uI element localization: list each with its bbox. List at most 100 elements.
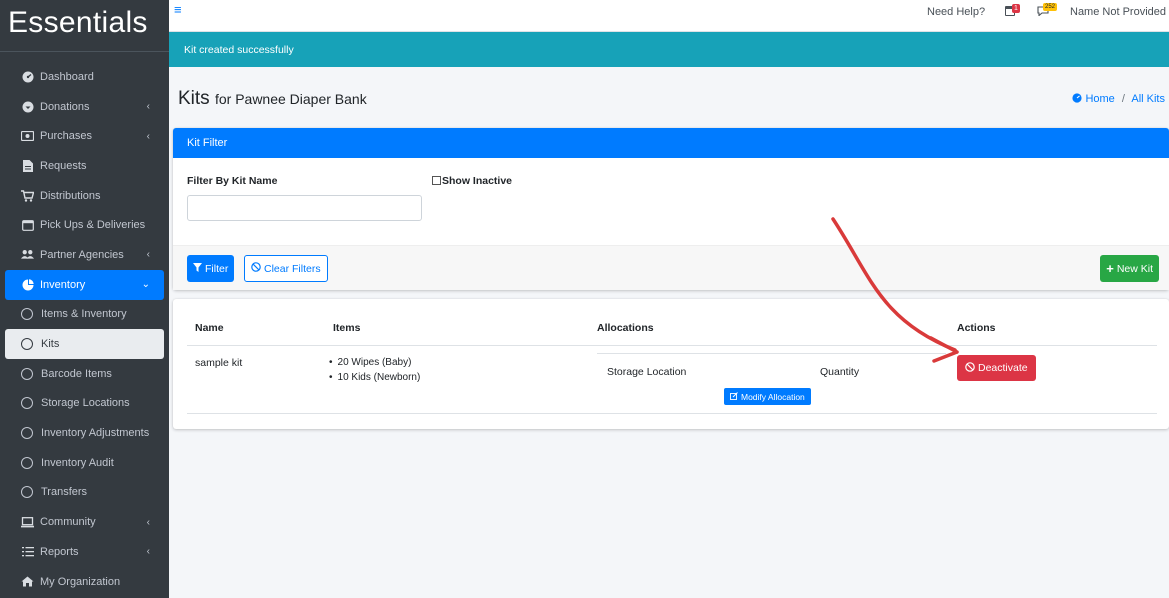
list-item: 10 Kids (Newborn) bbox=[329, 370, 421, 385]
sidebar-item-label: Dashboard bbox=[40, 70, 94, 83]
requests-icon bbox=[21, 159, 34, 172]
sidebar-item-label: Inventory Audit bbox=[41, 456, 114, 469]
ban-icon bbox=[251, 262, 261, 275]
chevron-left-icon: ‹ bbox=[146, 101, 150, 113]
filter-button[interactable]: Filter bbox=[187, 255, 235, 282]
notification-badge: 1 bbox=[1012, 4, 1020, 13]
calendar-icon bbox=[21, 219, 34, 232]
new-kit-button[interactable]: + New Kit bbox=[1100, 255, 1159, 282]
sidebar-item-storage-locations[interactable]: Storage Locations bbox=[5, 389, 164, 419]
dashboard-icon bbox=[21, 70, 34, 83]
show-inactive-checkbox[interactable] bbox=[432, 175, 441, 185]
sidebar-item-label: Community bbox=[40, 516, 96, 529]
circle-icon bbox=[21, 338, 33, 351]
sidebar-item-partner-agencies[interactable]: Partner Agencies ‹ bbox=[5, 240, 164, 270]
sidebar-item-my-organization[interactable]: My Organization bbox=[5, 567, 164, 597]
sidebar-item-reports[interactable]: Reports ‹ bbox=[5, 537, 164, 567]
kit-filter-header: Kit Filter bbox=[173, 128, 1169, 158]
sidebar-item-inventory[interactable]: Inventory ⌄ bbox=[5, 269, 164, 300]
sidebar-item-dashboard[interactable]: Dashboard bbox=[5, 62, 164, 92]
page-title-text: Kits bbox=[178, 88, 210, 109]
allocation-quantity-header: Quantity bbox=[820, 366, 860, 378]
show-inactive-toggle[interactable]: Show Inactive bbox=[432, 175, 512, 187]
breadcrumb-home[interactable]: Home bbox=[1085, 93, 1114, 105]
table-bottom-divider bbox=[187, 413, 1157, 414]
edit-icon bbox=[730, 391, 738, 402]
sidebar-item-community[interactable]: Community ‹ bbox=[5, 507, 164, 537]
sidebar-item-donations[interactable]: Donations ‹ bbox=[5, 92, 164, 122]
sidebar-item-distributions[interactable]: Distributions bbox=[5, 181, 164, 211]
sidebar-item-label: My Organization bbox=[40, 575, 121, 588]
sidebar-item-purchases[interactable]: Purchases ‹ bbox=[5, 121, 164, 151]
sidebar-item-kits[interactable]: Kits bbox=[5, 329, 164, 359]
list-item: 20 Wipes (Baby) bbox=[329, 355, 420, 370]
sidebar-item-label: Purchases bbox=[40, 130, 92, 143]
filter-name-label: Filter By Kit Name bbox=[187, 175, 278, 187]
sidebar-item-barcode-items[interactable]: Barcode Items bbox=[5, 359, 164, 389]
sidebar-item-items-inventory[interactable]: Items & Inventory bbox=[5, 300, 164, 330]
filter-footer: Filter Clear Filters + New Kit bbox=[173, 245, 1169, 290]
kits-table-card: Name Items Allocations Actions sample ki… bbox=[173, 299, 1169, 429]
sidebar-item-label: Items & Inventory bbox=[41, 308, 127, 321]
breadcrumb-separator: / bbox=[1121, 93, 1125, 105]
chevron-left-icon: ‹ bbox=[146, 546, 150, 558]
ban-icon bbox=[965, 361, 975, 375]
sidebar-item-label: Donations bbox=[40, 100, 90, 113]
sidebar-item-label: Requests bbox=[40, 159, 87, 172]
home-icon bbox=[21, 575, 34, 588]
notification-badge: 252 bbox=[1043, 3, 1058, 11]
column-header-actions: Actions bbox=[957, 322, 996, 334]
brand-logo[interactable]: Essentials bbox=[0, 0, 169, 52]
column-header-name: Name bbox=[195, 322, 224, 334]
page-title: Kits for Pawnee Diaper Bank bbox=[178, 88, 367, 110]
clear-filters-button[interactable]: Clear Filters bbox=[244, 255, 328, 282]
chevron-left-icon: ‹ bbox=[146, 516, 150, 528]
sidebar-item-label: Storage Locations bbox=[41, 397, 130, 410]
cart-icon bbox=[21, 189, 34, 202]
chevron-down-icon: ⌄ bbox=[141, 279, 150, 291]
circle-icon bbox=[21, 427, 33, 440]
circle-icon bbox=[21, 486, 33, 499]
kit-filter-card: Kit Filter Filter By Kit Name Show Inact… bbox=[173, 128, 1169, 290]
sidebar-item-requests[interactable]: Requests bbox=[5, 151, 164, 181]
sidebar: Essentials Dashboard Donations ‹ Purchas… bbox=[0, 0, 169, 598]
modify-allocation-label: Modify Allocation bbox=[741, 391, 805, 402]
dashboard-icon bbox=[1072, 93, 1085, 105]
deactivate-button[interactable]: Deactivate bbox=[957, 355, 1036, 381]
filter-name-input[interactable] bbox=[187, 195, 422, 221]
success-alert: Kit created successfully bbox=[169, 32, 1169, 67]
sidebar-item-transfers[interactable]: Transfers bbox=[5, 478, 164, 508]
circle-icon bbox=[21, 308, 33, 321]
calendar-notification[interactable]: 1 bbox=[1005, 4, 1022, 18]
sidebar-item-inventory-adjustments[interactable]: Inventory Adjustments bbox=[5, 418, 164, 448]
need-help-link[interactable]: Need Help? bbox=[927, 6, 985, 18]
messages-notification[interactable]: 252 bbox=[1037, 3, 1058, 17]
list-icon bbox=[21, 545, 34, 558]
top-navbar: ≡ Need Help? 1 252 Name Not Provided bbox=[169, 0, 1169, 32]
sidebar-item-label: Partner Agencies bbox=[40, 248, 124, 261]
sidebar-nav: Dashboard Donations ‹ Purchases ‹ Reques… bbox=[0, 62, 169, 596]
breadcrumb-current[interactable]: All Kits bbox=[1131, 93, 1165, 105]
plus-icon: + bbox=[1106, 261, 1114, 276]
chevron-left-icon: ‹ bbox=[146, 249, 150, 261]
users-icon bbox=[21, 248, 34, 261]
user-menu[interactable]: Name Not Provided bbox=[1070, 6, 1166, 18]
chevron-left-icon: ‹ bbox=[146, 130, 150, 142]
column-header-allocations: Allocations bbox=[597, 322, 654, 334]
alert-text: Kit created successfully bbox=[184, 44, 294, 56]
sidebar-item-label: Kits bbox=[41, 338, 60, 351]
donations-icon bbox=[21, 100, 34, 113]
filter-button-label: Filter bbox=[205, 262, 229, 275]
modify-allocation-button[interactable]: Modify Allocation bbox=[724, 388, 811, 405]
hamburger-menu-icon[interactable]: ≡ bbox=[174, 2, 182, 17]
circle-icon bbox=[21, 456, 33, 469]
sidebar-item-pickups[interactable]: Pick Ups & Deliveries bbox=[5, 210, 164, 240]
sidebar-item-label: Reports bbox=[40, 545, 79, 558]
sidebar-item-label: Inventory bbox=[40, 278, 86, 291]
circle-icon bbox=[21, 397, 33, 410]
filter-icon bbox=[193, 262, 202, 275]
sidebar-item-inventory-audit[interactable]: Inventory Audit bbox=[5, 448, 164, 478]
circle-icon bbox=[21, 367, 33, 380]
show-inactive-label: Show Inactive bbox=[442, 175, 513, 187]
deactivate-label: Deactivate bbox=[978, 362, 1028, 374]
